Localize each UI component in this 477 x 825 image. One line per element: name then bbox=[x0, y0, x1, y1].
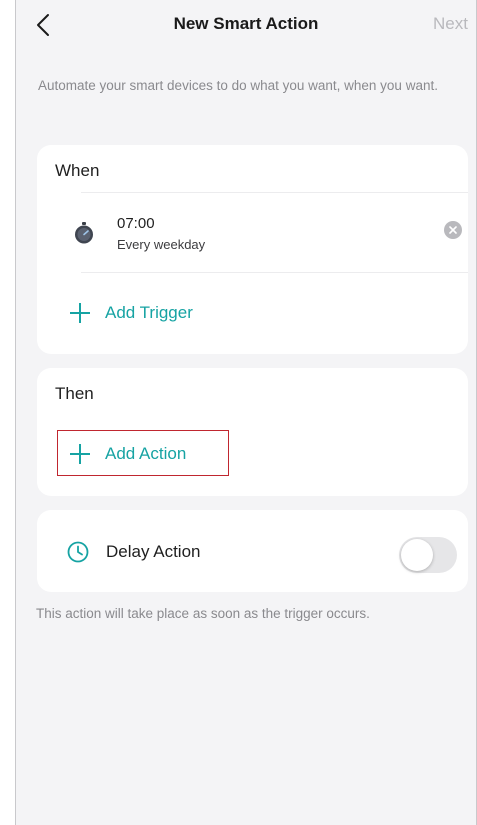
add-trigger-button[interactable]: Add Trigger bbox=[69, 302, 193, 324]
clock-icon bbox=[67, 541, 89, 563]
trigger-time: 07:00 bbox=[117, 215, 155, 232]
when-title: When bbox=[55, 161, 100, 180]
then-title: Then bbox=[55, 384, 94, 403]
toggle-knob bbox=[401, 539, 433, 571]
delay-action-label: Delay Action bbox=[106, 542, 201, 561]
close-icon bbox=[449, 226, 457, 234]
then-card: Then Add Action bbox=[37, 368, 468, 496]
when-card: When 07:00 Every weekday Add Trigger bbox=[37, 145, 468, 354]
add-action-label: Add Action bbox=[105, 444, 187, 463]
add-action-button[interactable]: Add Action bbox=[69, 443, 186, 465]
trigger-repeat: Every weekday bbox=[117, 237, 206, 252]
delay-action-toggle[interactable] bbox=[399, 537, 457, 573]
remove-trigger-button[interactable] bbox=[444, 221, 462, 239]
plus-icon bbox=[70, 444, 90, 464]
stopwatch-icon bbox=[75, 222, 93, 244]
page-title: New Smart Action bbox=[173, 14, 319, 33]
app-screen: New Smart Action Next Automate your smar… bbox=[15, 0, 477, 825]
add-trigger-label: Add Trigger bbox=[105, 303, 193, 322]
navigation-bar: New Smart Action Next bbox=[16, 0, 476, 56]
delay-card: Delay Action bbox=[37, 510, 468, 592]
delay-action-row: Delay Action bbox=[37, 510, 468, 592]
plus-icon bbox=[70, 303, 90, 323]
delay-footnote: This action will take place as soon as t… bbox=[36, 606, 370, 621]
trigger-item[interactable]: 07:00 Every weekday bbox=[37, 193, 468, 271]
page-description: Automate your smart devices to do what y… bbox=[38, 78, 438, 93]
next-button[interactable]: Next bbox=[433, 14, 468, 34]
divider bbox=[81, 272, 468, 273]
